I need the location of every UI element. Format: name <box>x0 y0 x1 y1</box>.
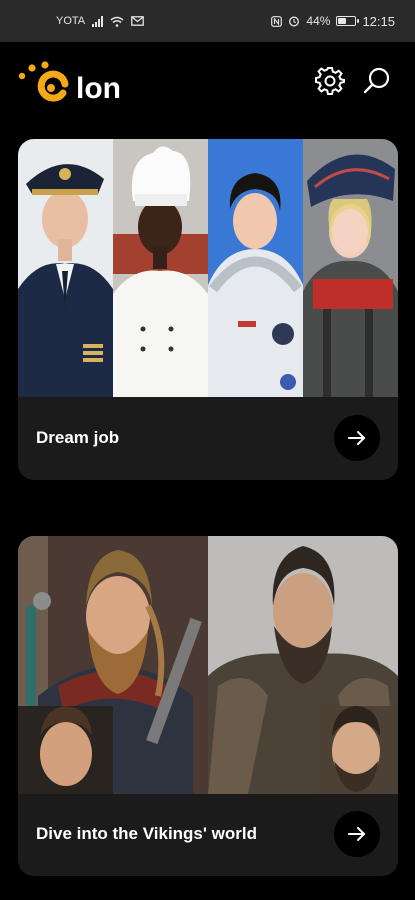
battery-percent: 44% <box>306 14 331 28</box>
signal-icon <box>92 15 104 27</box>
status-bar: YOTA 44% 12:15 <box>0 0 415 42</box>
status-right: 44% 12:15 <box>271 0 395 42</box>
mail-icon <box>131 16 144 26</box>
card-vikings-world[interactable]: Dive into the Vikings' world <box>18 536 398 876</box>
viking-chief-portrait <box>208 536 398 794</box>
card-title: Dream job <box>36 428 120 447</box>
app-header: lon <box>0 42 415 122</box>
battery-icon <box>336 16 360 26</box>
settings-button[interactable] <box>313 64 347 98</box>
chef-portrait <box>113 139 208 397</box>
astronaut-portrait <box>208 139 303 397</box>
card-title: Dive into the Vikings' world <box>36 824 257 843</box>
alarm-icon <box>289 16 300 27</box>
arrow-right-icon <box>348 827 365 841</box>
status-left: YOTA <box>56 0 144 42</box>
search-button[interactable] <box>360 64 394 98</box>
sun-c-logo-icon <box>18 61 69 102</box>
nfc-icon <box>271 15 283 27</box>
dream-job-preview-image <box>18 139 398 397</box>
viking-warrior-portrait <box>18 536 208 794</box>
app-logo: lon <box>18 60 128 105</box>
battery-level-fill <box>338 18 347 24</box>
logo-text: lon <box>76 72 121 105</box>
welder-portrait <box>303 139 398 397</box>
search-icon <box>363 67 390 94</box>
vikings-preview-image <box>18 536 398 794</box>
arrow-right-icon <box>348 431 365 445</box>
wifi-icon <box>110 16 124 27</box>
pilot-portrait <box>18 139 113 397</box>
card-dream-job[interactable]: Dream job <box>18 139 398 480</box>
open-vikings-button[interactable] <box>334 811 380 857</box>
carrier-label: YOTA <box>56 15 86 27</box>
clock: 12:15 <box>362 13 395 29</box>
gear-icon <box>315 67 345 95</box>
open-dream-job-button[interactable] <box>334 415 380 461</box>
